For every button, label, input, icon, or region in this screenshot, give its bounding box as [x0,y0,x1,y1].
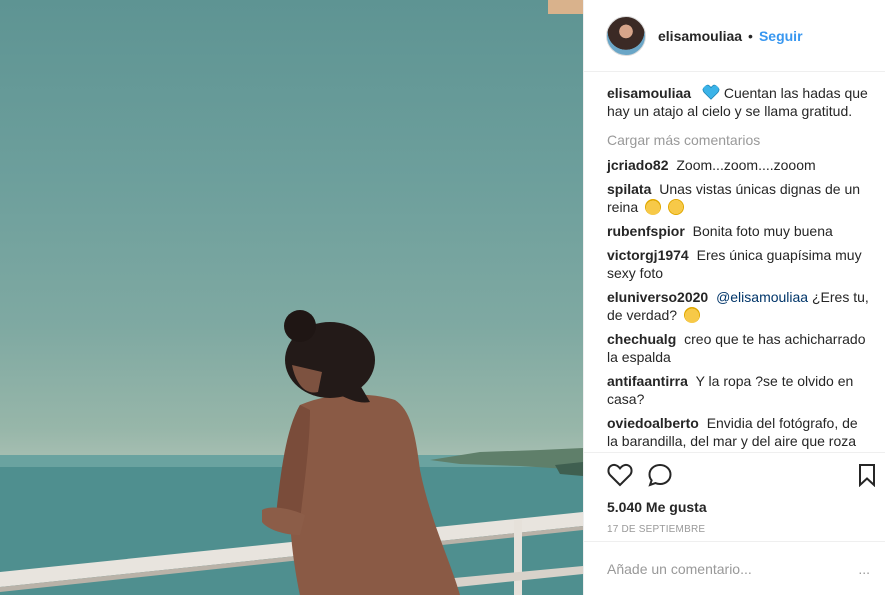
post-photo[interactable] [0,0,583,595]
comment-username[interactable]: eluniverso2020 [607,289,708,305]
load-more-comments-link[interactable]: Cargar más comentarios [607,132,869,148]
comment-item: antifaantirra Y la ropa ?se te olvido en… [607,372,869,408]
comment-username[interactable]: victorgj1974 [607,247,689,263]
comment-item: spilata Unas vistas únicas dignas de un … [607,180,869,216]
comments-list[interactable]: elisamouliaa Cuentan las hadas que hay u… [584,72,885,450]
comment-username[interactable]: antifaantirra [607,373,688,389]
post-sidebar: elisamouliaa • Seguir elisamouliaa Cuent… [583,0,885,595]
post-actions: 5.040 Me gusta 17 DE SEPTIEMBRE [584,452,885,535]
comment-bubble-icon[interactable] [647,463,673,487]
comment-item: eluniverso2020 @elisamouliaa ¿Eres tu, d… [607,288,869,324]
comment-item: oviedoalberto Envidia del fotógrafo, de … [607,414,869,450]
caption-username[interactable]: elisamouliaa [607,85,691,101]
comment-input[interactable] [607,560,859,577]
photo-illustration [0,0,583,595]
scream-face-emoji-icon [645,199,662,215]
follow-button[interactable]: Seguir [759,28,803,44]
header-separator: • [748,27,753,44]
thinking-face-emoji-icon [683,307,700,323]
comment-item: chechualg creo que te has achicharrado l… [607,330,869,366]
add-comment-bar: ... [584,541,885,595]
bookmark-icon[interactable] [854,463,880,487]
likes-count[interactable]: 5.040 Me gusta [607,499,870,515]
like-heart-icon[interactable] [607,463,633,487]
comment-item: jcriado82 Zoom...zoom....zooom [607,156,869,174]
post-caption: elisamouliaa Cuentan las hadas que hay u… [607,84,869,120]
blue-heart-icon [702,84,720,100]
comment-text: Zoom...zoom....zooom [676,157,816,173]
more-options-icon[interactable]: ... [858,561,870,577]
header-username[interactable]: elisamouliaa [658,28,742,44]
comment-username[interactable]: chechualg [607,331,676,347]
post-header: elisamouliaa • Seguir [584,0,885,72]
comment-item: rubenfspior Bonita foto muy buena [607,222,869,240]
comment-username[interactable]: spilata [607,181,651,197]
comment-username[interactable]: jcriado82 [607,157,668,173]
comment-item: victorgj1974 Eres única guapísima muy se… [607,246,869,282]
comment-mention-link[interactable]: @elisamouliaa [716,289,808,305]
comment-text: Bonita foto muy buena [692,223,833,239]
comment-username[interactable]: oviedoalberto [607,415,699,431]
comment-username[interactable]: rubenfspior [607,223,685,239]
action-icons [607,463,875,487]
post-date[interactable]: 17 DE SEPTIEMBRE [607,524,870,535]
kiss-face-emoji-icon [667,199,684,215]
avatar[interactable] [606,15,646,56]
